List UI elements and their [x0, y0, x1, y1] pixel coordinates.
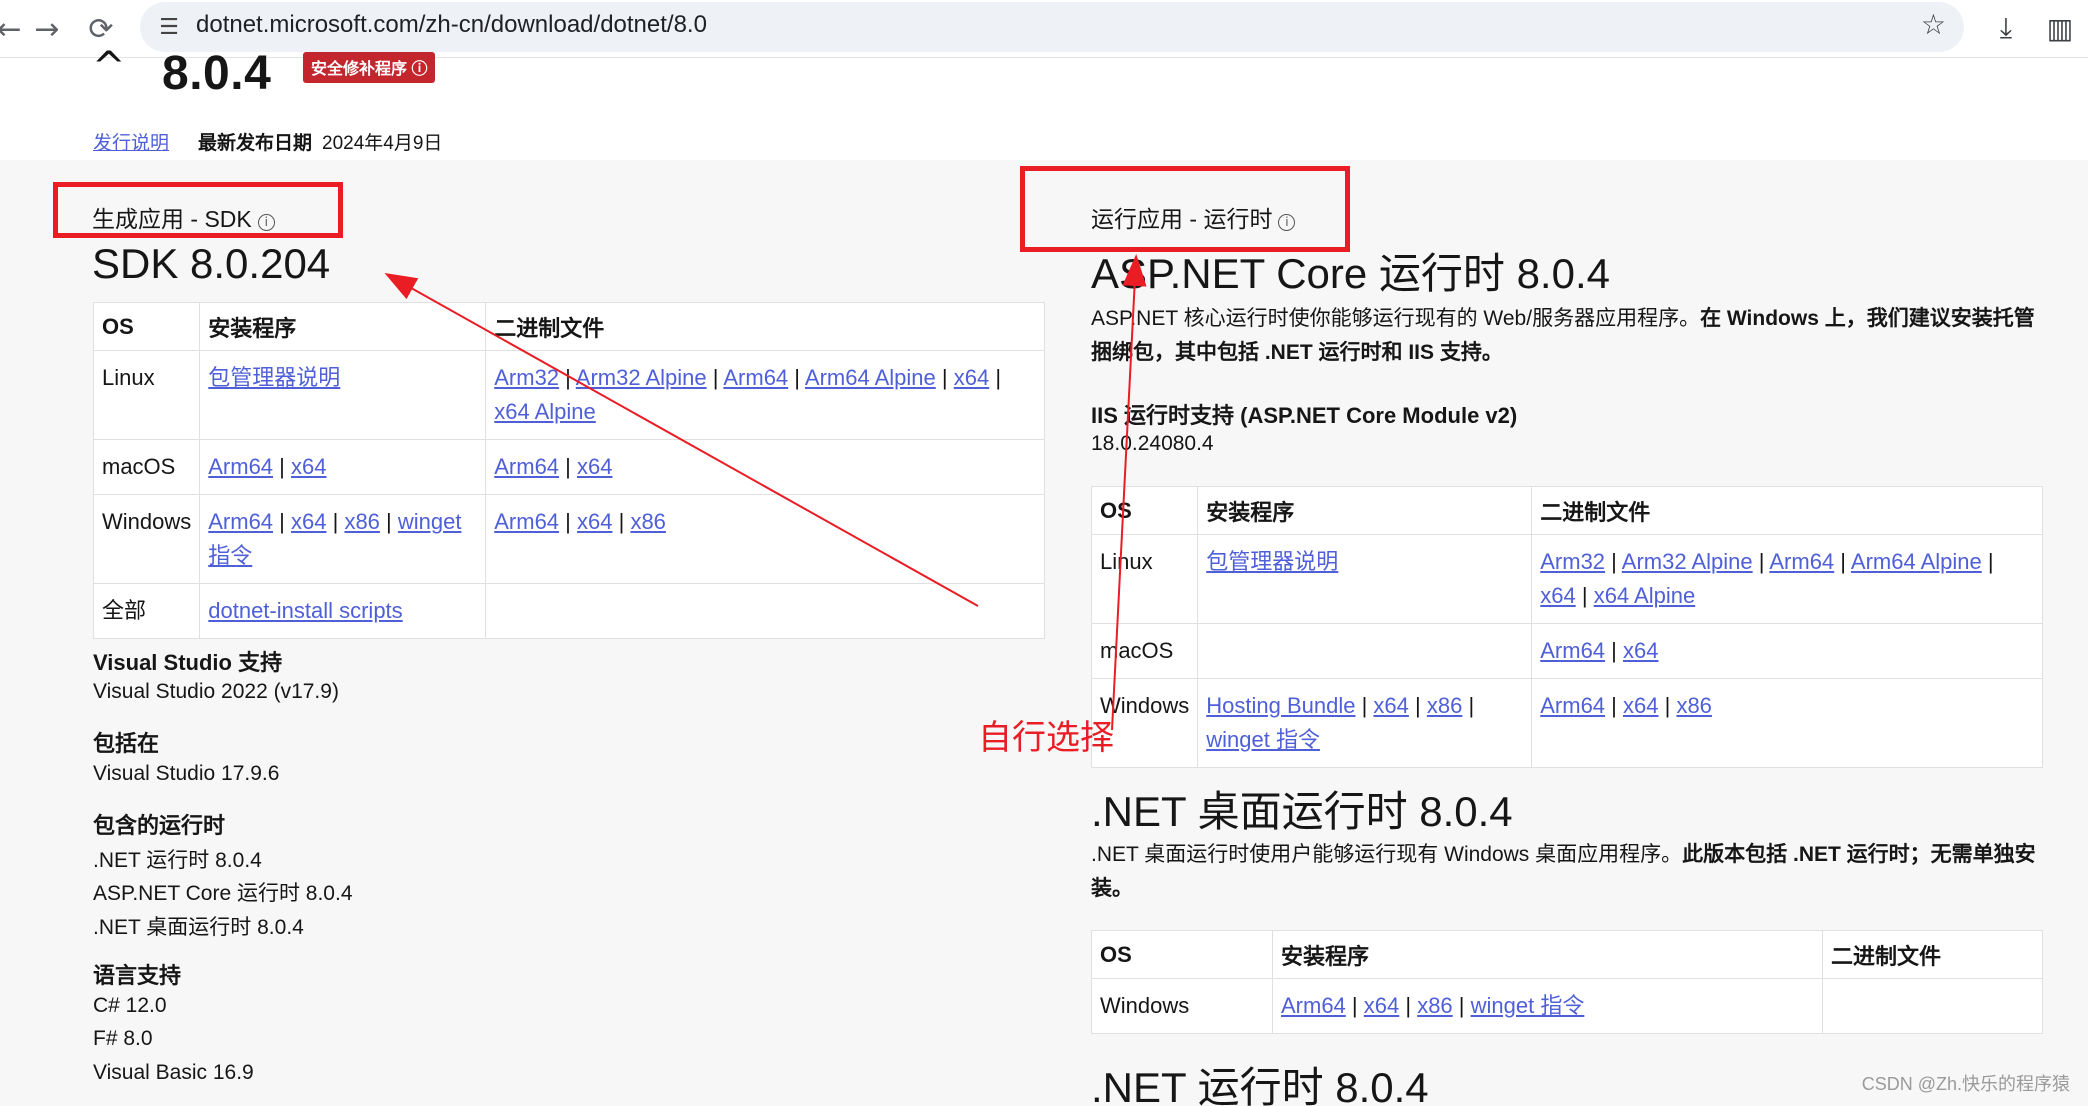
arrow-to-sdk [384, 273, 979, 607]
annotation-note: 自行选择 [978, 718, 1114, 758]
annotation-arrows [384, 254, 1147, 731]
watermark: CSDN @Zh.快乐的程序猿 [1861, 1074, 2070, 1094]
arrow-to-runtime [1111, 254, 1147, 731]
